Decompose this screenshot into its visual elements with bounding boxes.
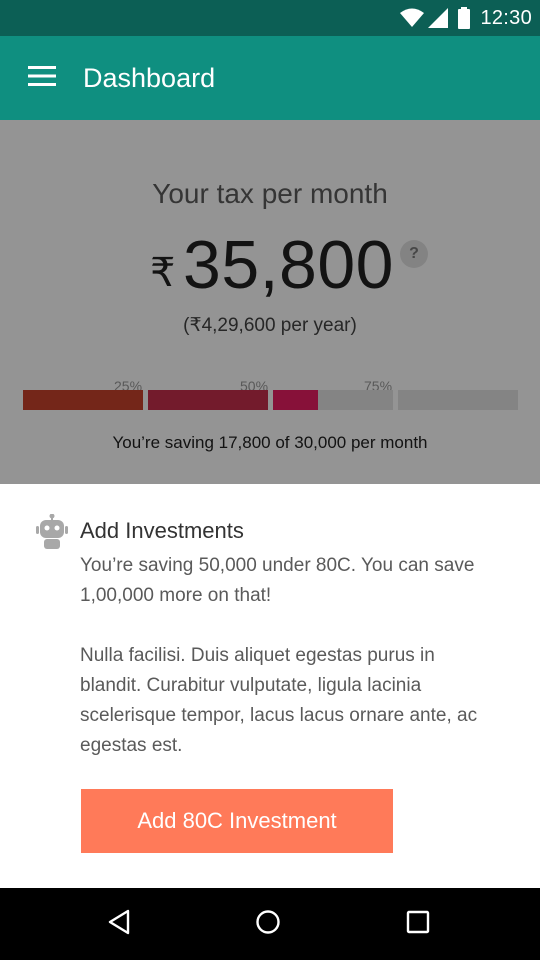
wifi-icon (400, 8, 425, 28)
sheet-description: Nulla facilisi. Duis aliquet egestas pur… (80, 645, 478, 756)
investment-bottom-sheet: Add Investments You’re saving 50,000 und… (0, 484, 540, 888)
app-bar: Dashboard (0, 36, 540, 120)
menu-button[interactable] (0, 36, 84, 120)
cell-signal-icon (428, 8, 449, 28)
home-icon (255, 909, 281, 940)
home-button[interactable] (232, 888, 304, 960)
robot-icon (36, 513, 68, 555)
hamburger-menu-icon (28, 65, 56, 91)
status-bar: 12:30 (0, 0, 540, 36)
back-icon (107, 909, 131, 940)
sheet-message: You’re saving 50,000 under 80C. You can … (80, 555, 475, 606)
back-button[interactable] (83, 888, 155, 960)
recents-icon (406, 910, 430, 939)
status-time: 12:30 (480, 6, 532, 29)
sheet-title: Add Investments (80, 518, 244, 543)
page-title: Dashboard (83, 62, 216, 93)
recents-button[interactable] (382, 888, 454, 960)
add-80c-investment-button[interactable]: Add 80C Investment (81, 789, 393, 853)
dim-overlay[interactable] (0, 120, 540, 484)
battery-icon (458, 7, 471, 29)
navigation-bar (0, 888, 540, 960)
